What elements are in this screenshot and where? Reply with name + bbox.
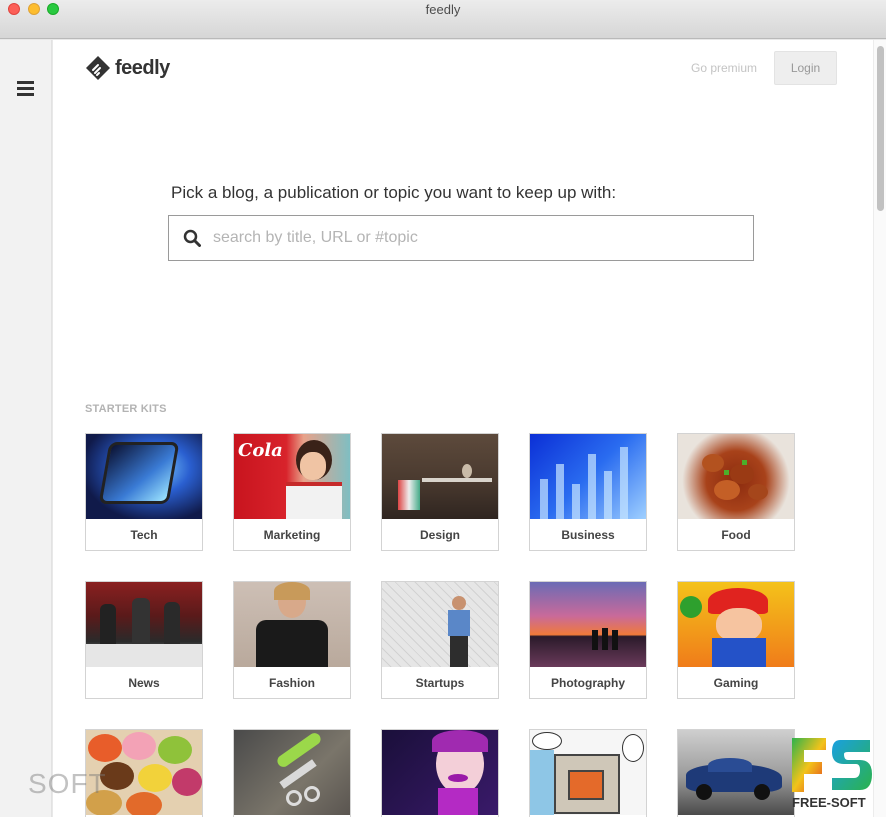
kit-label: Tech	[130, 527, 158, 542]
kit-label: Photography	[551, 675, 625, 690]
kit-label: Business	[561, 527, 615, 542]
marketing-photo: Cola	[234, 434, 350, 519]
search-box[interactable]	[168, 215, 754, 261]
news-photo	[86, 582, 202, 667]
starter-kit-photography[interactable]: Photography	[529, 581, 647, 699]
kit-label: Food	[721, 527, 751, 542]
starter-kit-tools[interactable]	[233, 729, 351, 817]
window-title: feedly	[425, 2, 461, 17]
startups-photo	[382, 582, 498, 667]
comic-photo	[530, 730, 646, 815]
login-button[interactable]: Login	[774, 51, 837, 85]
gaming-photo	[678, 582, 794, 667]
photography-photo	[530, 582, 646, 667]
search-prompt: Pick a blog, a publication or topic you …	[171, 183, 617, 202]
starter-kit-business[interactable]: Business	[529, 433, 647, 551]
menu-icon[interactable]	[17, 81, 34, 96]
starter-kit-car[interactable]	[677, 729, 795, 817]
kit-label: Fashion	[268, 675, 315, 690]
kit-label: Marketing	[263, 527, 321, 542]
search-input[interactable]	[213, 229, 733, 247]
tech-photo	[86, 434, 202, 519]
main-content: feedly Go premium Login Pick a blog, a p…	[53, 40, 873, 817]
scrollbar-thumb[interactable]	[877, 46, 884, 211]
starter-kit-comic[interactable]	[529, 729, 647, 817]
watermark-soft: SOFT	[28, 768, 107, 799]
car-photo	[678, 730, 794, 815]
food-photo	[678, 434, 794, 519]
search-icon	[183, 229, 201, 247]
fashion-photo	[234, 582, 350, 667]
vertical-scrollbar[interactable]	[873, 40, 886, 817]
starter-kit-fashion[interactable]: Fashion	[233, 581, 351, 699]
feedly-logo-icon	[86, 56, 110, 80]
starter-kit-news[interactable]: News	[85, 581, 203, 699]
starter-kit-startups[interactable]: Startups	[381, 581, 499, 699]
beauty-photo	[382, 730, 498, 815]
kit-label: Startups	[415, 675, 465, 690]
left-rail	[0, 40, 52, 817]
starter-kit-food[interactable]: Food	[677, 433, 795, 551]
business-photo	[530, 434, 646, 519]
starter-kits-heading: STARTER KITS	[85, 403, 167, 415]
watermark-free-soft: FREE-SOFT	[792, 795, 866, 810]
starter-kit-marketing[interactable]: Cola Marketing	[233, 433, 351, 551]
starter-kit-beauty[interactable]	[381, 729, 499, 817]
tools-photo	[234, 730, 350, 815]
starter-kit-gaming[interactable]: Gaming	[677, 581, 795, 699]
design-photo	[382, 434, 498, 519]
window-titlebar: feedly	[0, 0, 886, 39]
logo-text: feedly	[115, 56, 170, 79]
go-premium-link[interactable]: Go premium	[691, 61, 757, 75]
kit-label: News	[128, 675, 160, 690]
kit-label: Design	[419, 527, 460, 542]
starter-kit-tech[interactable]: Tech	[85, 433, 203, 551]
kit-label: Gaming	[713, 675, 759, 690]
starter-kit-design[interactable]: Design	[381, 433, 499, 551]
feedly-logo[interactable]: feedly	[85, 55, 170, 81]
